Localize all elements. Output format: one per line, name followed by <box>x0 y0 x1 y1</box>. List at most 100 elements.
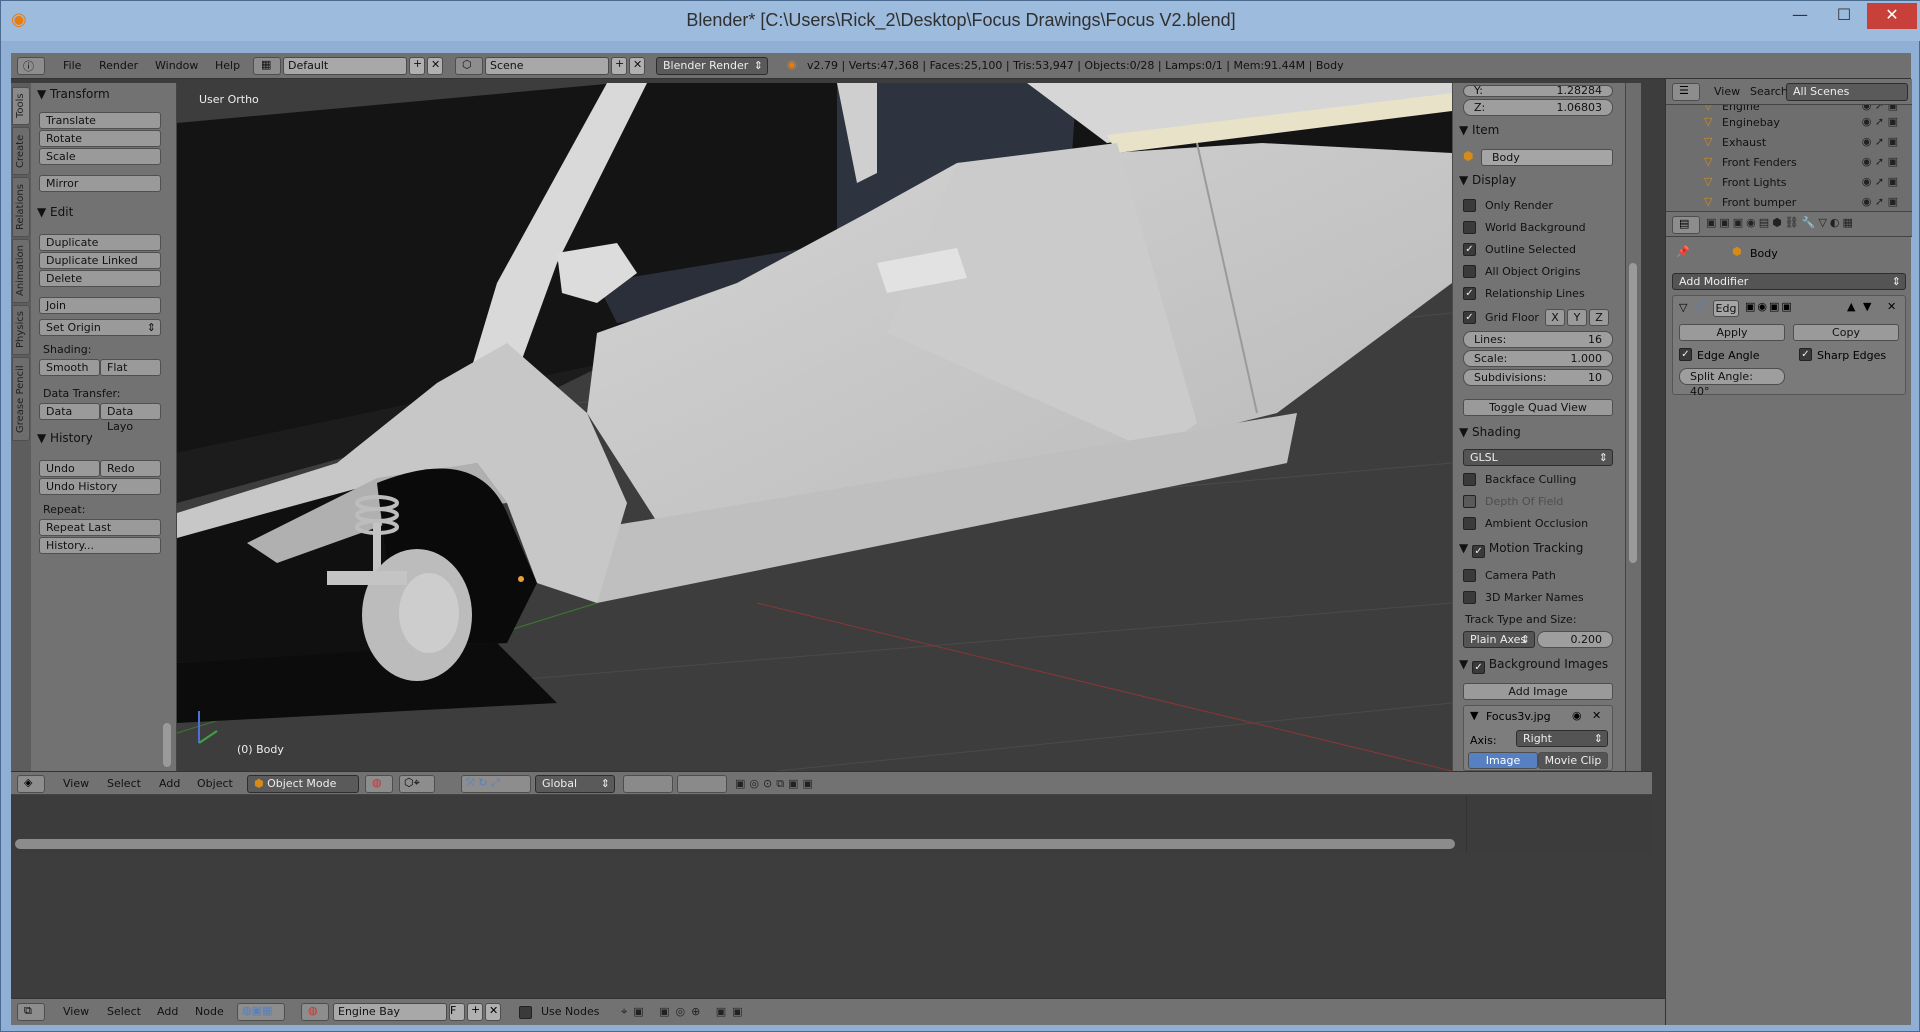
history-button[interactable]: History... <box>39 537 161 554</box>
collapse-arrow-icon[interactable]: ▽ <box>1679 301 1687 314</box>
history-panel-header[interactable]: ▼ History <box>37 431 93 445</box>
display-panel-header[interactable]: ▼ Display <box>1459 173 1516 187</box>
translate-button[interactable]: Translate <box>39 112 161 129</box>
tab-create[interactable]: Create <box>12 127 30 175</box>
modifier-toggle-icons[interactable]: ▣◉▣▣ <box>1745 300 1794 313</box>
add-scene-button[interactable]: + <box>611 57 627 75</box>
move-down-icon[interactable]: ▼ <box>1863 300 1871 313</box>
layout-name-field[interactable]: Default <box>283 57 407 75</box>
use-nodes-checkbox[interactable] <box>519 1006 532 1019</box>
object-mode-dropdown[interactable]: ⬢ Object Mode <box>247 775 359 793</box>
all-object-origins-checkbox[interactable] <box>1463 265 1476 278</box>
outliner-row[interactable]: ▽ Front bumper ◉ ➚ ▣ <box>1676 193 1912 211</box>
remove-scene-button[interactable]: ✕ <box>629 57 645 75</box>
rotate-button[interactable]: Rotate <box>39 130 161 147</box>
scene-name-field[interactable]: Scene <box>485 57 609 75</box>
remove-image-icon[interactable]: ✕ <box>1592 709 1601 722</box>
camera-path-checkbox[interactable] <box>1463 569 1476 582</box>
item-name-field[interactable]: Body <box>1481 149 1613 166</box>
world-background-checkbox[interactable] <box>1463 221 1476 234</box>
remove-layout-button[interactable]: ✕ <box>427 57 443 75</box>
material-name-field[interactable]: Engine Bay <box>333 1003 447 1021</box>
data-layout-button[interactable]: Data Layo <box>100 403 161 433</box>
edge-angle-checkbox[interactable]: ✓ <box>1679 348 1692 361</box>
node-editor-type-button[interactable]: ⧉ <box>17 1003 45 1021</box>
outliner-menu-view[interactable]: View <box>1714 85 1740 98</box>
repeat-last-button[interactable]: Repeat Last <box>39 519 161 536</box>
edit-panel-header[interactable]: ▼ Edit <box>37 205 73 219</box>
undo-button[interactable]: Undo <box>39 460 100 477</box>
track-size-field[interactable]: 0.200 <box>1537 631 1613 648</box>
manipulator-buttons[interactable]: ⤧ ↻ ⤢ <box>461 775 531 793</box>
tab-tools[interactable]: Tools <box>12 87 30 125</box>
add-layout-button[interactable]: + <box>409 57 425 75</box>
duplicate-button[interactable]: Duplicate <box>39 234 161 251</box>
background-images-panel-header[interactable]: ▼ ✓ Background Images <box>1459 657 1608 674</box>
split-angle-field[interactable]: Split Angle: 40° <box>1679 368 1785 398</box>
material-browse-button[interactable]: ◍ <box>301 1003 329 1021</box>
smooth-button[interactable]: Smooth <box>39 359 100 376</box>
modifier-name-field[interactable]: Edg <box>1713 300 1739 317</box>
set-origin-dropdown[interactable]: Set Origin ⇕ <box>39 319 161 336</box>
scene-selector-button[interactable]: ⬡ <box>455 57 483 75</box>
outline-selected-checkbox[interactable]: ✓ <box>1463 243 1476 256</box>
depth-of-field-checkbox[interactable] <box>1463 495 1476 508</box>
view3d-menu-select[interactable]: Select <box>107 777 141 790</box>
apply-button[interactable]: Apply <box>1679 324 1785 341</box>
ambient-occlusion-checkbox[interactable] <box>1463 517 1476 530</box>
tab-grease-pencil[interactable]: Grease Pencil <box>12 357 30 441</box>
location-y-field[interactable]: Y: 1.28284 <box>1463 85 1613 97</box>
layer-buttons-2[interactable] <box>677 775 727 793</box>
duplicate-linked-button[interactable]: Duplicate Linked <box>39 252 161 269</box>
layer-buttons-1[interactable] <box>623 775 673 793</box>
fake-user-button[interactable]: F <box>449 1003 465 1021</box>
copy-button[interactable]: Copy <box>1793 324 1899 341</box>
editor-type-button[interactable]: ⓘ <box>17 57 45 75</box>
shading-mode-dropdown[interactable]: GLSL ⇕ <box>1463 449 1613 466</box>
motion-tracking-panel-header[interactable]: ▼ ✓ Motion Tracking <box>1459 541 1583 558</box>
grid-axis-y-toggle[interactable]: Y <box>1567 309 1587 326</box>
node-menu-add[interactable]: Add <box>157 1005 178 1018</box>
eye-icon[interactable]: ◉ <box>1572 709 1582 722</box>
properties-context-tabs[interactable]: ▣▣▣◉▤⬢⛓🔧▽◐▦ <box>1706 216 1856 229</box>
grid-scale-field[interactable]: Scale: 1.000 <box>1463 350 1613 367</box>
grid-axis-z-toggle[interactable]: Z <box>1589 309 1609 326</box>
view3d-editor-type-button[interactable]: ◈ <box>17 775 45 793</box>
close-button[interactable]: ✕ <box>1867 3 1917 29</box>
transform-orientation-dropdown[interactable]: Global ⇕ <box>535 775 615 793</box>
node-header-icons[interactable]: ⌖▣ ▣◎⊕ ▣▣ <box>621 1005 749 1019</box>
properties-editor-type-button[interactable]: ▤ <box>1672 216 1700 234</box>
scale-button[interactable]: Scale <box>39 148 161 165</box>
motion-tracking-checkbox[interactable]: ✓ <box>1472 545 1486 558</box>
grid-axis-x-toggle[interactable]: X <box>1545 309 1565 326</box>
menu-help[interactable]: Help <box>215 59 240 72</box>
menu-render[interactable]: Render <box>99 59 138 72</box>
grid-lines-field[interactable]: Lines: 16 <box>1463 331 1613 348</box>
outliner-editor-type-button[interactable]: ☰ <box>1672 83 1700 101</box>
snapping-icons[interactable]: ▣◎⊙⧉▣▣ <box>735 777 817 791</box>
timeline-area[interactable] <box>11 795 1652 853</box>
outliner-menu-search[interactable]: Search <box>1750 85 1788 98</box>
outliner-row[interactable]: ▽ Front Fenders ◉ ➚ ▣ <box>1676 153 1912 172</box>
move-up-icon[interactable]: ▲ <box>1847 300 1855 313</box>
undo-history-button[interactable]: Undo History <box>39 478 161 495</box>
transform-panel-header[interactable]: ▼ Transform <box>37 87 110 101</box>
maximize-button[interactable]: ☐ <box>1823 3 1865 29</box>
only-render-checkbox[interactable] <box>1463 199 1476 212</box>
add-modifier-dropdown[interactable]: Add Modifier ⇕ <box>1672 273 1906 290</box>
toggle-quad-view-button[interactable]: Toggle Quad View <box>1463 399 1613 416</box>
mirror-button[interactable]: Mirror <box>39 175 161 192</box>
node-menu-view[interactable]: View <box>63 1005 89 1018</box>
3d-viewport[interactable]: User Ortho (0) Body <box>177 83 1452 771</box>
item-panel-header[interactable]: ▼ Item <box>1459 123 1499 137</box>
outliner-row[interactable]: ▽ Enginebay ◉ ➚ ▣ <box>1676 113 1912 132</box>
redo-button[interactable]: Redo <box>100 460 161 477</box>
tab-animation[interactable]: Animation <box>12 239 30 303</box>
node-menu-node[interactable]: Node <box>195 1005 224 1018</box>
axis-dropdown[interactable]: Right ⇕ <box>1516 730 1608 747</box>
grid-floor-checkbox[interactable]: ✓ <box>1463 311 1476 324</box>
remove-modifier-icon[interactable]: ✕ <box>1887 300 1896 313</box>
scrollbar-thumb[interactable] <box>1629 263 1637 563</box>
sharp-edges-checkbox[interactable]: ✓ <box>1799 348 1812 361</box>
modifier-wrench-icon[interactable]: 🔧 <box>1802 216 1819 229</box>
